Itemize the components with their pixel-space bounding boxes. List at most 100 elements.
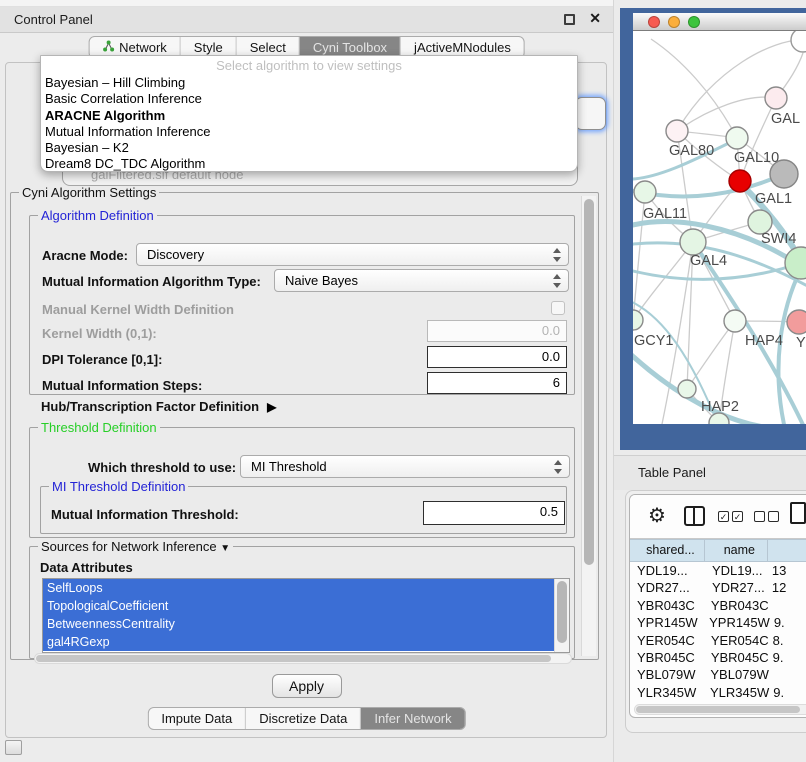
kernel-width-input: 0.0 (427, 320, 567, 342)
network-node-gal80[interactable] (666, 120, 688, 142)
table-horizontal-scrollbar-thumb[interactable] (636, 706, 800, 713)
table-panel-title: Table Panel (638, 465, 706, 480)
float-window-icon[interactable] (564, 14, 575, 25)
tab-discretize-data[interactable]: Discretize Data (246, 708, 361, 729)
dock-icon[interactable] (5, 740, 22, 755)
network-node-gal1[interactable] (729, 170, 751, 192)
tab-infer-network[interactable]: Infer Network (361, 708, 464, 729)
attribute-item[interactable]: gal4RGexp (43, 633, 569, 651)
network-edge[interactable] (677, 97, 776, 131)
node-label: GAL10 (734, 150, 779, 166)
network-node-gal[interactable] (765, 87, 787, 109)
aracne-mode-label: Aracne Mode: (42, 248, 128, 263)
export-table-icon[interactable] (790, 502, 806, 524)
table-cell: YBR043C (630, 597, 704, 614)
settings-vertical-scrollbar-thumb[interactable] (584, 199, 594, 565)
table-row[interactable]: YPR145WYPR145W9. (630, 614, 806, 631)
table-panel: ⚙ ✓✓ shared...name YDL19...YDL19...13YDR… (629, 494, 806, 718)
node-label: GAL (771, 111, 800, 127)
expand-arrow-icon: ▶ (267, 400, 276, 414)
list-horizontal-scrollbar[interactable] (34, 653, 572, 664)
list-horizontal-scrollbar-thumb[interactable] (36, 655, 551, 662)
dpi-tolerance-input[interactable]: 0.0 (427, 346, 567, 368)
table-toolbar: ⚙ ✓✓ (630, 495, 806, 539)
kernel-width-label: Kernel Width (0,1): (42, 326, 157, 341)
stepper-icon (552, 248, 561, 262)
columns-icon[interactable] (684, 506, 705, 526)
list-vertical-scrollbar[interactable] (554, 579, 569, 653)
deselect-all-checkboxes-icon[interactable] (754, 511, 779, 522)
manual-kernel-checkbox[interactable] (551, 301, 565, 315)
table-row[interactable]: YBR045CYBR045C9. (630, 649, 806, 666)
dpi-tolerance-label: DPI Tolerance [0,1]: (42, 352, 162, 367)
network-node-gal4[interactable] (680, 229, 706, 255)
network-window-titlebar[interactable] (633, 13, 806, 31)
mi-steps-input[interactable]: 6 (427, 372, 567, 394)
table-row[interactable]: YBL079WYBL079W (630, 666, 806, 683)
mi-steps-label: Mutual Information Steps: (42, 378, 202, 393)
table-cell (769, 597, 806, 614)
focused-button[interactable] (575, 97, 606, 130)
table-cell: YPR145W (702, 614, 770, 631)
algorithm-option[interactable]: ARACNE Algorithm (41, 108, 577, 124)
column-header[interactable]: name (705, 539, 768, 562)
algorithm-option[interactable]: Basic Correlation Inference (41, 91, 577, 107)
hub-definition-toggle[interactable]: Hub/Transcription Factor Definition▶ (41, 399, 276, 414)
algorithm-option[interactable]: Dream8 DC_TDC Algorithm (41, 156, 577, 172)
apply-button[interactable]: Apply (272, 674, 342, 698)
mi-threshold-input[interactable]: 0.5 (423, 501, 565, 525)
table-horizontal-scrollbar[interactable] (634, 704, 806, 715)
network-node-gcy1[interactable] (633, 310, 643, 330)
list-vertical-scrollbar-thumb[interactable] (557, 581, 567, 643)
sources-group-title[interactable]: Sources for Network Inference ▼ (38, 539, 233, 554)
table-row[interactable]: YBR043CYBR043C (630, 597, 806, 614)
mac-close-icon[interactable] (648, 16, 660, 28)
manual-kernel-label: Manual Kernel Width Definition (42, 302, 234, 317)
algorithm-option[interactable]: Bayesian – K2 (41, 140, 577, 156)
table-row[interactable]: YLR345WYLR345W9. (630, 684, 806, 701)
algorithm-dropdown-popup: Select algorithm to view settings Bayesi… (40, 55, 578, 172)
table-panel-header: Table Panel (614, 455, 806, 490)
app-root: Control Panel ✕ Network Style Select Cyn… (0, 0, 806, 762)
network-node-hap2[interactable] (678, 380, 696, 398)
network-edge[interactable] (687, 321, 735, 389)
close-icon[interactable]: ✕ (589, 10, 601, 27)
network-node-gal10[interactable] (726, 127, 748, 149)
network-node[interactable] (770, 160, 798, 188)
node-label: HAP4 (745, 333, 783, 349)
tab-impute-data[interactable]: Impute Data (148, 708, 246, 729)
settings-vertical-scrollbar[interactable] (581, 196, 596, 656)
network-canvas[interactable]: GALGAL80GAL10GAL1GAL11SWI4GAL4GCY1HAP4YH… (633, 31, 806, 424)
attribute-item[interactable]: TopologicalCoefficient (43, 597, 569, 615)
table-cell: YPR145W (630, 614, 702, 631)
network-edge[interactable] (651, 39, 737, 138)
aracne-mode-combobox[interactable]: Discovery (136, 243, 569, 266)
attribute-item[interactable]: SelfLoops (43, 579, 569, 597)
table-row[interactable]: YDL19...YDL19...13 (630, 562, 806, 579)
column-header[interactable]: shared... (630, 539, 705, 562)
which-threshold-combobox[interactable]: MI Threshold (240, 455, 570, 478)
node-table: shared...name YDL19...YDL19...13YDR27...… (630, 539, 806, 718)
node-label: GAL1 (755, 191, 792, 207)
select-all-checkboxes-icon[interactable]: ✓✓ (718, 511, 743, 522)
algorithm-definition-title: Algorithm Definition (38, 208, 157, 223)
table-row[interactable]: YDR27...YDR27...12 (630, 579, 806, 596)
mac-minimize-icon[interactable] (668, 16, 680, 28)
algorithm-option[interactable]: Mutual Information Inference (41, 124, 577, 140)
network-graph[interactable]: GALGAL80GAL10GAL1GAL11SWI4GAL4GCY1HAP4YH… (633, 31, 806, 424)
algorithm-option[interactable]: Bayesian – Hill Climbing (41, 75, 577, 91)
network-node[interactable] (791, 31, 806, 52)
network-node-gal11[interactable] (634, 181, 656, 203)
network-node-y[interactable] (787, 310, 806, 334)
network-node[interactable] (785, 247, 806, 279)
network-node-hap4[interactable] (724, 310, 746, 332)
mi-type-combobox[interactable]: Naive Bayes (274, 269, 569, 292)
mac-maximize-icon[interactable] (688, 16, 700, 28)
table-cell: YER054C (704, 632, 769, 649)
gear-icon[interactable]: ⚙ (648, 503, 666, 528)
table-row[interactable]: YER054CYER054C8. (630, 632, 806, 649)
table-cell: YDL19... (705, 562, 768, 579)
attribute-item[interactable]: BetweennessCentrality (43, 615, 569, 633)
cyni-algorithm-settings-title: Cyni Algorithm Settings (19, 185, 159, 200)
column-header[interactable] (768, 539, 806, 562)
